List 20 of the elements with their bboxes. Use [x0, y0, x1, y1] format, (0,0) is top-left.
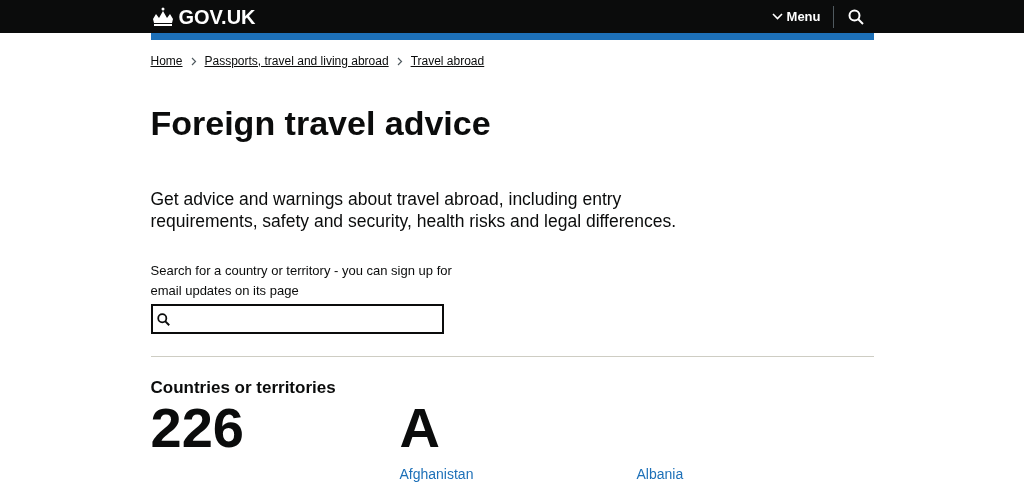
search-icon — [156, 312, 170, 326]
search-field[interactable] — [150, 304, 444, 334]
search-icon — [847, 8, 864, 25]
crown-logo-icon — [150, 6, 175, 27]
chevron-down-icon — [771, 13, 783, 20]
letter-heading: A — [399, 400, 441, 456]
search-label: Search for a country or territory - you can sign up for email updates on its page — [150, 262, 453, 300]
count-label: Countries or territories — [150, 379, 337, 396]
menu-button[interactable]: Menu — [771, 5, 834, 28]
chevron-right-icon — [396, 56, 403, 66]
breadcrumb-link[interactable]: Passports, travel and living abroad — [204, 52, 389, 70]
chevron-right-icon — [190, 56, 197, 66]
count-number: 226 — [150, 400, 245, 456]
country-link[interactable]: Afghanistan — [399, 466, 637, 482]
breadcrumb-link[interactable]: Travel abroad — [410, 52, 485, 70]
page-title: Foreign travel advice — [150, 106, 492, 140]
site-logo-link[interactable]: GOV.UK — [178, 6, 256, 27]
country-link[interactable]: Albania — [636, 466, 874, 482]
breadcrumb-link[interactable]: Home — [150, 52, 183, 70]
lead-paragraph: Get advice and warnings about travel abroad, including entry requirements, safety and security, health risks and legal differences. — [150, 188, 678, 232]
